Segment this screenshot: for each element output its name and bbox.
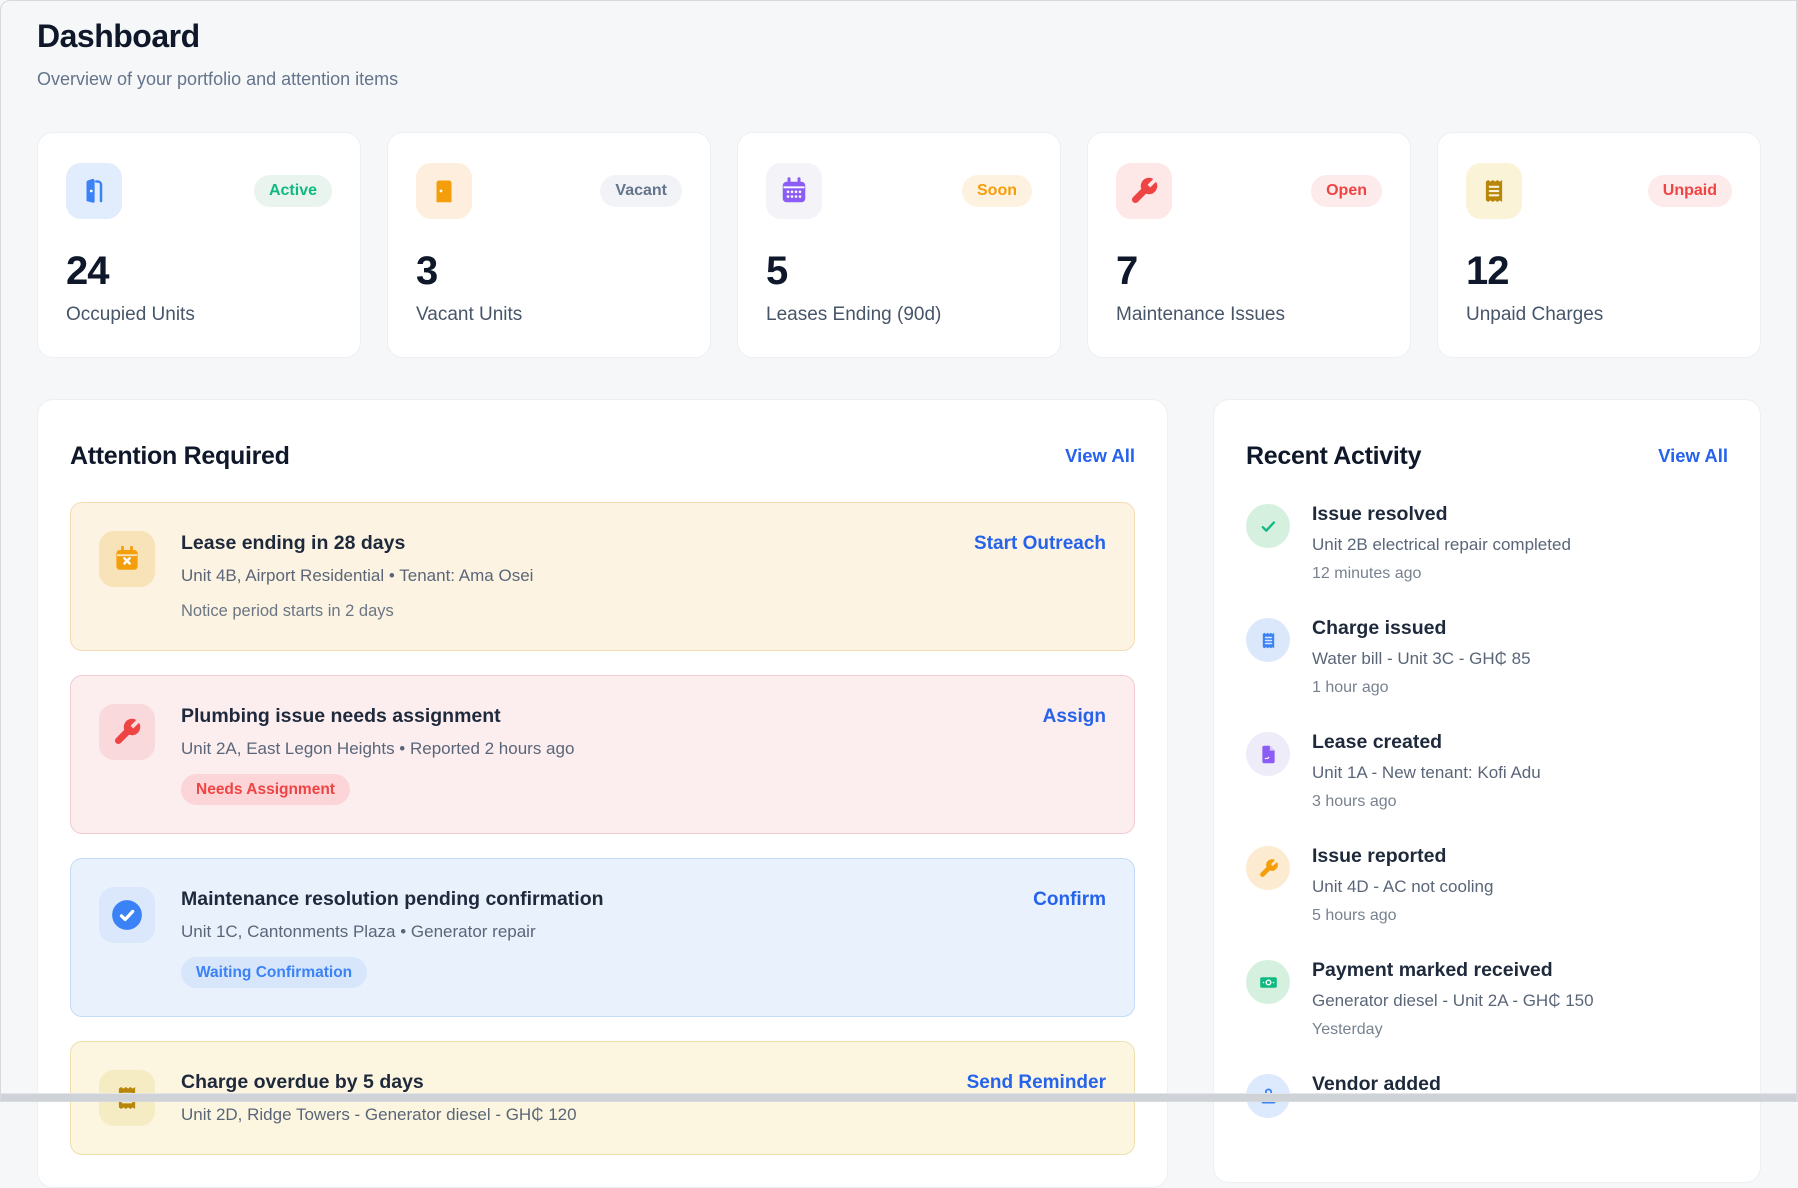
page-subtitle: Overview of your portfolio and attention… bbox=[37, 69, 1761, 90]
attention-item-note: Notice period starts in 2 days bbox=[181, 601, 948, 622]
stat-label: Vacant Units bbox=[416, 304, 682, 326]
stat-label: Leases Ending (90d) bbox=[766, 304, 1032, 326]
stats-row: Active 24 Occupied Units Vacant 3 Vacant… bbox=[37, 132, 1761, 358]
attention-required-panel: Attention Required View All Lease ending… bbox=[37, 399, 1168, 1188]
status-badge: Soon bbox=[962, 175, 1032, 207]
wrench-icon bbox=[1246, 846, 1290, 890]
activity-title: Lease created bbox=[1312, 730, 1541, 754]
attention-item-title: Plumbing issue needs assignment bbox=[181, 704, 1017, 729]
status-badge: Open bbox=[1311, 175, 1382, 207]
activity-time: 3 hours ago bbox=[1312, 791, 1541, 812]
stat-card-unpaid-charges[interactable]: Unpaid 12 Unpaid Charges bbox=[1437, 132, 1761, 358]
wrench-icon bbox=[99, 704, 155, 760]
activity-time: 1 hour ago bbox=[1312, 677, 1531, 698]
assign-button[interactable]: Assign bbox=[1043, 704, 1106, 805]
horizontal-scrollbar[interactable] bbox=[0, 1093, 1798, 1102]
wrench-icon bbox=[1116, 163, 1172, 219]
attention-item-title: Maintenance resolution pending confirmat… bbox=[181, 887, 1007, 912]
stat-card-leases-ending[interactable]: Soon 5 Leases Ending (90d) bbox=[737, 132, 1061, 358]
waiting-confirmation-badge: Waiting Confirmation bbox=[181, 957, 367, 988]
activity-time: 5 hours ago bbox=[1312, 905, 1493, 926]
activity-desc: Generator diesel - Unit 2A - GH₵ 150 bbox=[1312, 990, 1594, 1012]
calendar-icon bbox=[766, 163, 822, 219]
activity-title: Charge issued bbox=[1312, 616, 1531, 640]
banknote-icon bbox=[1246, 960, 1290, 1004]
activity-panel-title: Recent Activity bbox=[1246, 440, 1421, 472]
activity-desc: Water bill - Unit 3C - GH₵ 85 bbox=[1312, 648, 1531, 670]
attention-panel-title: Attention Required bbox=[70, 440, 290, 472]
attention-item-subtitle: Unit 4B, Airport Residential • Tenant: A… bbox=[181, 565, 948, 587]
activity-title: Issue reported bbox=[1312, 844, 1493, 868]
attention-item-subtitle: Unit 2D, Ridge Towers - Generator diesel… bbox=[181, 1104, 941, 1126]
activity-desc: Unit 4D - AC not cooling bbox=[1312, 876, 1493, 898]
attention-view-all-link[interactable]: View All bbox=[1065, 445, 1135, 467]
stat-value: 3 bbox=[416, 249, 682, 294]
door-closed-icon bbox=[416, 163, 472, 219]
stat-label: Unpaid Charges bbox=[1466, 304, 1732, 326]
attention-item-subtitle: Unit 2A, East Legon Heights • Reported 2… bbox=[181, 738, 1017, 760]
stat-value: 24 bbox=[66, 249, 332, 294]
panels-row: Attention Required View All Lease ending… bbox=[37, 399, 1761, 1188]
status-badge: Vacant bbox=[600, 175, 682, 207]
door-open-icon bbox=[66, 163, 122, 219]
start-outreach-button[interactable]: Start Outreach bbox=[974, 531, 1106, 622]
stat-value: 7 bbox=[1116, 249, 1382, 294]
stat-value: 5 bbox=[766, 249, 1032, 294]
stat-card-maintenance-issues[interactable]: Open 7 Maintenance Issues bbox=[1087, 132, 1411, 358]
stat-card-vacant-units[interactable]: Vacant 3 Vacant Units bbox=[387, 132, 711, 358]
status-badge: Unpaid bbox=[1648, 175, 1732, 207]
stat-value: 12 bbox=[1466, 249, 1732, 294]
confirm-button[interactable]: Confirm bbox=[1033, 887, 1106, 988]
activity-item-lease-created: Lease created Unit 1A - New tenant: Kofi… bbox=[1246, 730, 1728, 812]
activity-item-issue-reported: Issue reported Unit 4D - AC not cooling … bbox=[1246, 844, 1728, 926]
status-badge: Active bbox=[254, 175, 332, 207]
activity-item-charge-issued: Charge issued Water bill - Unit 3C - GH₵… bbox=[1246, 616, 1728, 698]
file-icon bbox=[1246, 732, 1290, 776]
activity-title: Issue resolved bbox=[1312, 502, 1571, 526]
receipt-icon bbox=[1246, 618, 1290, 662]
attention-item-title: Charge overdue by 5 days bbox=[181, 1070, 941, 1095]
check-circle-icon bbox=[99, 887, 155, 943]
receipt-icon bbox=[1466, 163, 1522, 219]
recent-activity-panel: Recent Activity View All Issue resolved … bbox=[1213, 399, 1761, 1183]
activity-desc: Unit 1A - New tenant: Kofi Adu bbox=[1312, 762, 1541, 784]
stat-label: Maintenance Issues bbox=[1116, 304, 1382, 326]
page-title: Dashboard bbox=[37, 18, 1761, 55]
activity-title: Payment marked received bbox=[1312, 958, 1594, 982]
activity-item-payment-received: Payment marked received Generator diesel… bbox=[1246, 958, 1728, 1040]
attention-item-lease-ending: Lease ending in 28 days Unit 4B, Airport… bbox=[70, 502, 1135, 651]
dashboard-page: Dashboard Overview of your portfolio and… bbox=[0, 0, 1798, 1188]
check-icon bbox=[1246, 504, 1290, 548]
stat-card-occupied-units[interactable]: Active 24 Occupied Units bbox=[37, 132, 361, 358]
needs-assignment-badge: Needs Assignment bbox=[181, 774, 350, 805]
calendar-x-icon bbox=[99, 531, 155, 587]
attention-item-title: Lease ending in 28 days bbox=[181, 531, 948, 556]
activity-view-all-link[interactable]: View All bbox=[1658, 445, 1728, 467]
activity-time: Yesterday bbox=[1312, 1019, 1594, 1040]
attention-item-subtitle: Unit 1C, Cantonments Plaza • Generator r… bbox=[181, 921, 1007, 943]
attention-item-plumbing-issue: Plumbing issue needs assignment Unit 2A,… bbox=[70, 675, 1135, 834]
page-header: Dashboard Overview of your portfolio and… bbox=[37, 18, 1761, 90]
activity-desc: Unit 2B electrical repair completed bbox=[1312, 534, 1571, 556]
activity-time: 12 minutes ago bbox=[1312, 563, 1571, 584]
stat-label: Occupied Units bbox=[66, 304, 332, 326]
attention-item-maintenance-confirmation: Maintenance resolution pending confirmat… bbox=[70, 858, 1135, 1017]
activity-item-issue-resolved: Issue resolved Unit 2B electrical repair… bbox=[1246, 502, 1728, 584]
